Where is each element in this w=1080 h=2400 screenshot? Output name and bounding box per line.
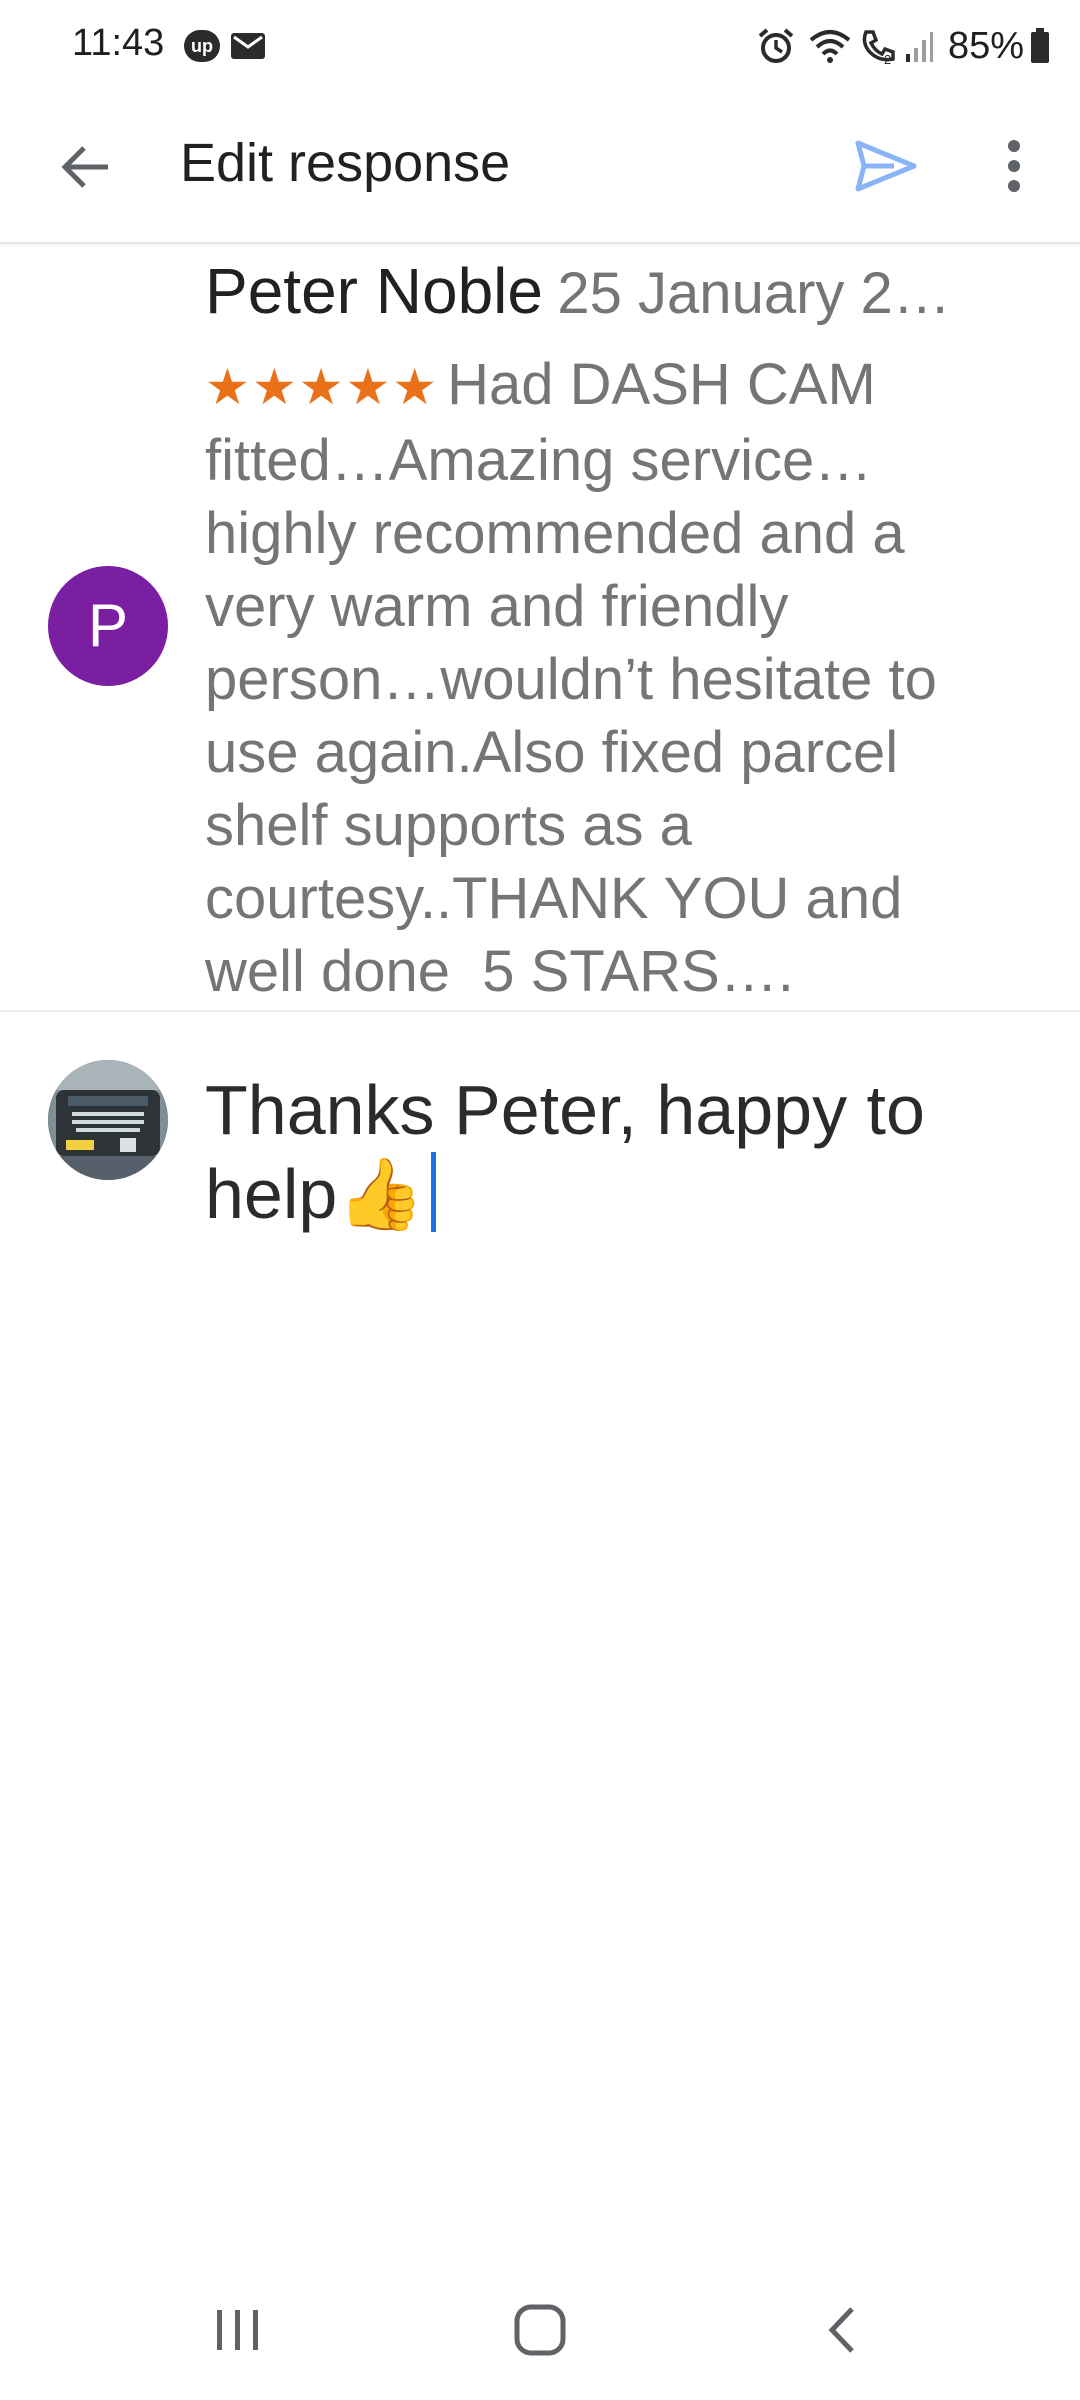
reviewer-name: Peter Noble [205,255,543,327]
status-time: 11:43 [72,22,165,64]
send-button[interactable] [844,124,928,208]
recent-apps-icon [217,2310,258,2350]
up-badge-icon: up [184,30,220,62]
review-date: 25 January 2… [557,261,951,326]
response-input[interactable]: Thanks Peter, happy to help👍 [205,1068,1025,1236]
more-options-button[interactable] [984,124,1044,208]
status-icons: 2 85% [756,22,1050,70]
alarm-icon [756,26,796,66]
reviewer-header: Peter Noble 25 January 2… [205,254,1045,328]
battery-percent: 85% [947,24,1024,67]
arrow-back-icon [61,146,108,188]
reviewer-avatar: P [48,566,168,686]
nav-back-button[interactable] [782,2290,902,2370]
star-rating: ★★★★★ [205,359,440,415]
review-text: Had DASH CAM fitted…Amazing service…high… [205,352,954,1004]
response-section: Thanks Peter, happy to help👍 [0,1012,1080,1312]
review-body: ★★★★★ Had DASH CAM fitted…Amazing service… [205,348,995,1008]
app-bar: Edit response [0,92,1080,244]
signal-icon [904,26,934,66]
back-button[interactable] [46,128,124,206]
send-icon [855,140,917,192]
response-text: Thanks Peter, happy to help👍 [205,1071,925,1233]
home-icon [514,2304,566,2356]
owner-avatar [48,1060,168,1180]
page-title: Edit response [180,133,511,193]
back-icon [828,2307,854,2353]
text-cursor [430,1152,436,1232]
wifi-calling-icon: 2 [858,26,898,66]
review-card: P Peter Noble 25 January 2… ★★★★★ Had DAS… [0,244,1080,1012]
more-vert-icon [1008,140,1020,192]
battery-icon [1030,28,1050,64]
recent-apps-button[interactable] [178,2290,298,2370]
mail-icon [230,30,266,62]
wifi-icon [808,26,852,66]
system-nav-bar [0,2260,1080,2400]
svg-text:2: 2 [884,52,891,66]
status-bar: 11:43 up 2 85% [0,0,1080,92]
home-button[interactable] [480,2290,600,2370]
